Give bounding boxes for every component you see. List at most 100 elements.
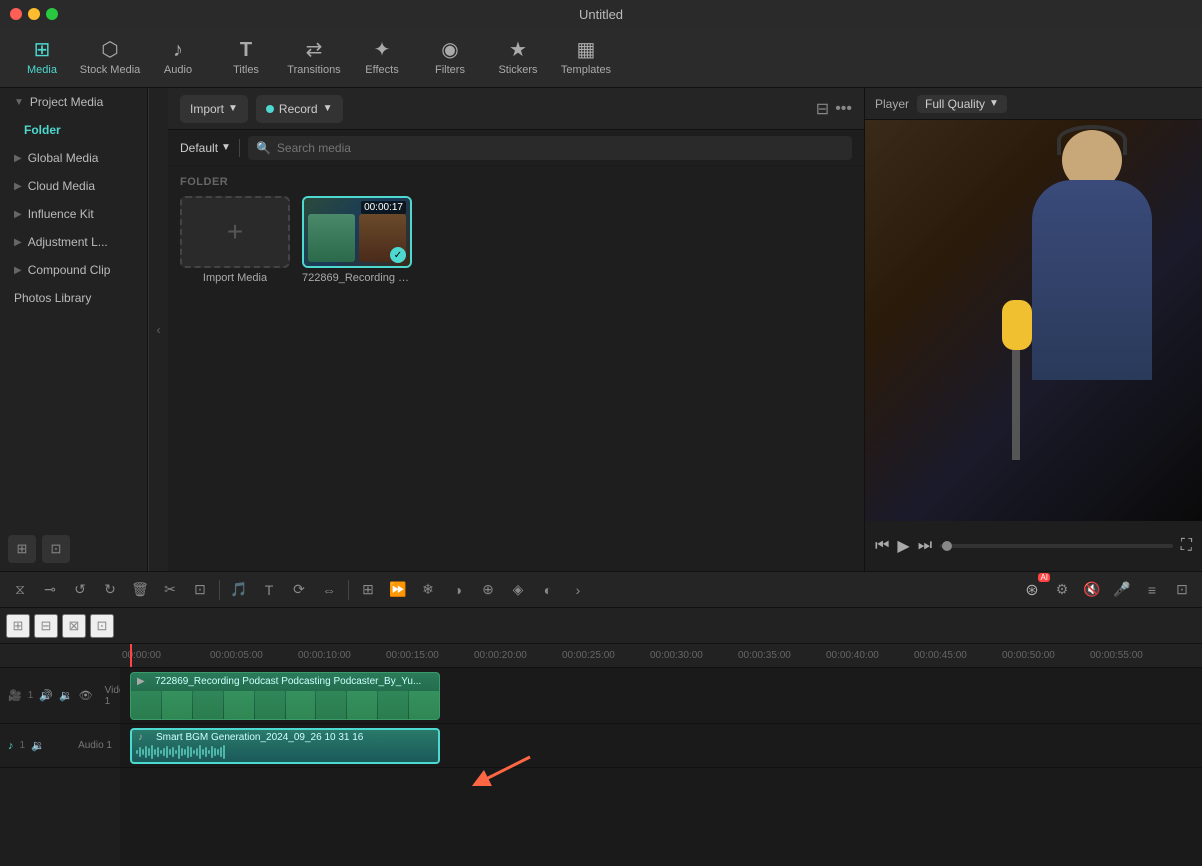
audio-mute-button[interactable]: 🔉: [31, 739, 45, 752]
ruler-time-9: 00:00:45:00: [914, 650, 967, 661]
track-settings-button[interactable]: ⊟: [34, 614, 58, 638]
new-folder-button[interactable]: ⊞: [8, 535, 36, 563]
video-volume-button[interactable]: 🔉: [59, 689, 73, 702]
toolbar-label-audio: Audio: [164, 64, 192, 76]
video-mute-button[interactable]: 🔊: [39, 689, 53, 702]
main-content: ▼ Project Media Folder ▶ Global Media ▶ …: [0, 88, 1202, 571]
toolbar-item-media[interactable]: ⊞ Media: [8, 31, 76, 85]
stock-media-icon: ⬡: [101, 40, 118, 60]
settings-button[interactable]: ⚙: [1048, 577, 1076, 603]
sidebar-item-cloud-media[interactable]: ▶ Cloud Media: [0, 172, 147, 200]
mirror-button[interactable]: ⇔: [315, 577, 343, 603]
wave-13: [172, 747, 174, 757]
sidebar-item-photos-library[interactable]: Photos Library: [0, 284, 147, 312]
audio-waveform: [132, 744, 438, 760]
sidebar-label-folder: Folder: [24, 123, 61, 137]
toolbar-item-templates[interactable]: ▦ Templates: [552, 31, 620, 85]
toolbar-label-transitions: Transitions: [287, 64, 340, 76]
toolbar-item-filters[interactable]: ◉ Filters: [416, 31, 484, 85]
toolbar-item-stickers[interactable]: ★ Stickers: [484, 31, 552, 85]
sidebar-item-project-media[interactable]: ▼ Project Media: [0, 88, 147, 116]
speed-button[interactable]: ⏩: [384, 577, 412, 603]
delete-clip-button[interactable]: 🗑: [126, 577, 154, 603]
wave-23: [202, 749, 204, 755]
sidebar-item-adjustment[interactable]: ▶ Adjustment L...: [0, 228, 147, 256]
toolbar-label-effects: Effects: [365, 64, 398, 76]
step-forward-button[interactable]: ⏭: [918, 537, 932, 555]
playhead[interactable]: [130, 644, 132, 667]
sidebar-item-global-media[interactable]: ▶ Global Media: [0, 144, 147, 172]
frame-6: [286, 691, 316, 719]
wave-15: [178, 745, 180, 759]
quality-select[interactable]: Full Quality ▼: [917, 95, 1007, 113]
record-button[interactable]: Record ▼: [256, 95, 343, 123]
wave-19: [190, 747, 192, 757]
sidebar-item-folder[interactable]: Folder: [0, 116, 147, 144]
toolbar-item-titles[interactable]: T Titles: [212, 31, 280, 85]
progress-handle[interactable]: [942, 541, 952, 551]
person-body: [1032, 180, 1152, 380]
freeze-button[interactable]: ❄: [414, 577, 442, 603]
audio-detach-button[interactable]: 🎵: [225, 577, 253, 603]
video-camera-icon: 🎥: [8, 689, 22, 702]
video-clip-label: 722869_Recording Podcast Podcasting Podc…: [155, 676, 421, 687]
mic-button[interactable]: 🎤: [1108, 577, 1136, 603]
default-view-button[interactable]: Default ▼: [180, 141, 231, 155]
toolbar-item-transitions[interactable]: ⇄ Transitions: [280, 31, 348, 85]
track-snap-button[interactable]: ⊠: [62, 614, 86, 638]
stabilize-button[interactable]: ⊕: [474, 577, 502, 603]
track-lock-button[interactable]: ⊡: [90, 614, 114, 638]
import-button[interactable]: Import ▼: [180, 95, 248, 123]
ai-button[interactable]: ⊛ AI: [1018, 577, 1046, 603]
selected-check-icon: ✓: [390, 247, 406, 263]
fullscreen-button[interactable]: [46, 8, 58, 20]
split-button[interactable]: ⧖: [6, 577, 34, 603]
ripple-button[interactable]: ⊸: [36, 577, 64, 603]
text-button[interactable]: T: [255, 577, 283, 603]
progress-bar[interactable]: [940, 544, 1173, 548]
markers-button[interactable]: ◈: [504, 577, 532, 603]
more-tools-button[interactable]: ›: [564, 577, 592, 603]
add-track-button[interactable]: ⊞: [6, 614, 30, 638]
video-clip[interactable]: ▶ 722869_Recording Podcast Podcasting Po…: [130, 672, 440, 720]
sidebar-item-influence-kit[interactable]: ▶ Influence Kit: [0, 200, 147, 228]
media-item-import[interactable]: + Import Media: [180, 196, 290, 284]
close-button[interactable]: [10, 8, 22, 20]
media-item-recording[interactable]: 00:00:17 ✓ 722869_Recording P...: [302, 196, 412, 284]
blend-button[interactable]: ◐: [534, 577, 562, 603]
toolbar-item-effects[interactable]: ✦ Effects: [348, 31, 416, 85]
step-back-button[interactable]: ⏮: [875, 537, 889, 555]
frame-8: [347, 691, 377, 719]
zoom-fit-button[interactable]: ⊞: [354, 577, 382, 603]
export-button[interactable]: ⊡: [1168, 577, 1196, 603]
play-pause-button[interactable]: ▶: [897, 536, 909, 556]
delete-button[interactable]: ⊡: [42, 535, 70, 563]
wave-2: [139, 747, 141, 757]
search-input[interactable]: [277, 141, 844, 155]
audio-clip[interactable]: ♪ Smart BGM Generation_2024_09_26 10 31 …: [130, 728, 440, 764]
sidebar-label-photos-library: Photos Library: [14, 291, 91, 305]
cut-button[interactable]: ✂: [156, 577, 184, 603]
toolbar-item-audio[interactable]: ♪ Audio: [144, 31, 212, 85]
redo-button[interactable]: ↻: [96, 577, 124, 603]
crop-button[interactable]: ⊡: [186, 577, 214, 603]
rotate-button[interactable]: ⟳: [285, 577, 313, 603]
subtitle-button[interactable]: ≡: [1138, 577, 1166, 603]
toolbar-item-stock-media[interactable]: ⬡ Stock Media: [76, 31, 144, 85]
media-toolbar-right: ⊟ •••: [816, 99, 852, 119]
chevron-icon-6: ▶: [14, 265, 22, 276]
sidebar-item-compound-clip[interactable]: ▶ Compound Clip: [0, 256, 147, 284]
undo-button[interactable]: ↺: [66, 577, 94, 603]
import-thumb: +: [180, 196, 290, 268]
minimize-button[interactable]: [28, 8, 40, 20]
more-options-button[interactable]: •••: [835, 99, 852, 119]
color-button[interactable]: ◑: [444, 577, 472, 603]
player-label: Player: [875, 97, 909, 111]
sidebar-collapse-button[interactable]: ‹: [148, 88, 168, 571]
filter-settings-button[interactable]: ⊟: [816, 99, 829, 119]
chevron-icon-4: ▶: [14, 209, 22, 220]
noise-button[interactable]: 🔇: [1078, 577, 1106, 603]
video-eye-button[interactable]: 👁: [79, 689, 93, 702]
wave-1: [136, 750, 138, 754]
fullscreen-toggle-button[interactable]: ⛶: [1181, 537, 1192, 555]
